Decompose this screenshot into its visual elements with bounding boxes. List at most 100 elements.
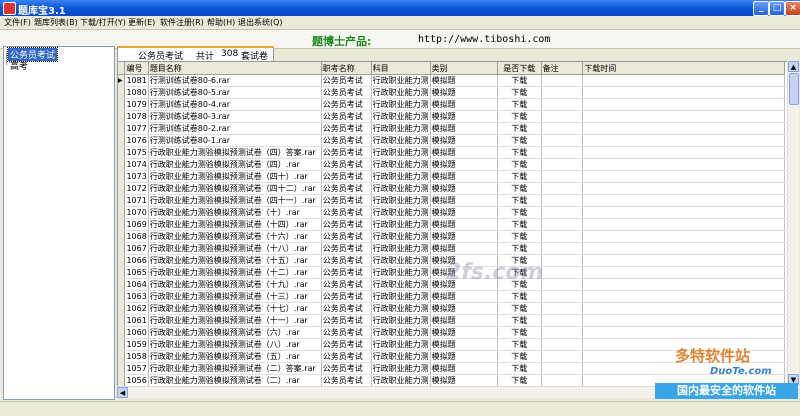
cell-exam: 公务员考试 [321, 134, 372, 147]
cell-download[interactable]: 下载 [497, 206, 542, 219]
cell-subject: 行政职业能力测 [371, 182, 431, 195]
cell-remark [541, 362, 584, 375]
col-download-time[interactable]: 下载时间 [582, 62, 785, 75]
table-row[interactable]: 1063 行政职业能力测验模拟预测试卷（十三）.rar 公务员考试 行政职业能力测 模拟… [118, 290, 788, 303]
table-row[interactable]: 1073 行政职业能力测验模拟预测试卷（四十）.rar 公务员考试 行政职业能力测 模拟… [118, 170, 788, 183]
cell-download[interactable]: 下载 [497, 182, 542, 195]
table-row[interactable]: 1080 行测训练试卷80-5.rar 公务员考试 行政职业能力测 模拟题 下载 [118, 86, 788, 99]
cell-category: 模拟题 [430, 134, 498, 147]
cell-category: 模拟题 [430, 338, 498, 351]
table-row[interactable]: 1075 行政职业能力测验模拟预测试卷（四）答案.rar 公务员考试 行政职业能力测模… [118, 146, 788, 159]
cell-download-time [582, 326, 785, 339]
tab-civil-service[interactable]: 公务员考试 共计 308 套试卷 [117, 46, 274, 62]
cell-download[interactable]: 下载 [497, 122, 542, 135]
cell-id: 1069 [124, 218, 149, 231]
table-row[interactable]: 1070 行政职业能力测验模拟预测试卷（十）.rar 公务员考试 行政职业能力测 模拟题… [118, 206, 788, 219]
table-header: 编号 题目名称 职考名称 科目 类别 是否下载 备注 下载时间 [118, 62, 788, 75]
cell-title: 行政职业能力测验模拟预测试卷（八）.rar [148, 338, 322, 351]
cell-download[interactable]: 下载 [497, 338, 542, 351]
table-row[interactable]: 1060 行政职业能力测验模拟预测试卷（六）.rar 公务员考试 行政职业能力测 模拟题… [118, 326, 788, 339]
col-exam[interactable]: 职考名称 [321, 62, 372, 75]
col-remark[interactable]: 备注 [541, 62, 584, 75]
cell-download[interactable]: 下载 [497, 146, 542, 159]
table-row[interactable]: 1076 行测训练试卷80-1.rar 公务员考试 行政职业能力测 模拟题 下载 [118, 134, 788, 147]
cell-download[interactable]: 下载 [497, 314, 542, 327]
col-id[interactable]: 编号 [124, 62, 149, 75]
cell-download-time [582, 122, 785, 135]
cell-subject: 行政职业能力测 [371, 230, 431, 243]
cell-download[interactable]: 下载 [497, 362, 542, 375]
minimize-button[interactable]: _ [753, 1, 769, 16]
cell-category: 模拟题 [430, 158, 498, 171]
menu-download-open[interactable]: 下载/打开(Y) [80, 17, 126, 28]
cell-download[interactable]: 下载 [497, 326, 542, 339]
menu-update[interactable]: 更新(E) [128, 17, 155, 28]
menu-file[interactable]: 文件(F) [4, 17, 31, 28]
cell-download[interactable]: 下载 [497, 158, 542, 171]
table-row[interactable]: 1071 行政职业能力测验模拟预测试卷（四十一）.rar 公务员考试 行政职业能力测模… [118, 194, 788, 207]
cell-subject: 行政职业能力测 [371, 266, 431, 279]
vertical-scrollbar[interactable]: ▲ ▼ [787, 61, 799, 385]
table-row[interactable]: 1069 行政职业能力测验模拟预测试卷（十四）.rar 公务员考试 行政职业能力测 模拟… [118, 218, 788, 231]
table-row[interactable]: 1062 行政职业能力测验模拟预测试卷（十七）.rar 公务员考试 行政职业能力测 模拟… [118, 302, 788, 315]
cell-download[interactable]: 下载 [497, 242, 542, 255]
cell-subject: 行政职业能力测 [371, 254, 431, 267]
row-indicator [118, 374, 126, 386]
cell-download[interactable]: 下载 [497, 98, 542, 111]
col-subject[interactable]: 科目 [371, 62, 431, 75]
table-row[interactable]: 1068 行政职业能力测验模拟预测试卷（十六）.rar 公务员考试 行政职业能力测 模拟… [118, 230, 788, 243]
cell-category: 模拟题 [430, 98, 498, 111]
exam-table: 编号 题目名称 职考名称 科目 类别 是否下载 备注 下载时间 ▶ 1081 行测训… [117, 61, 789, 387]
scroll-up-button[interactable]: ▲ [788, 61, 799, 72]
table-row[interactable]: 1078 行测训练试卷80-3.rar 公务员考试 行政职业能力测 模拟题 下载 [118, 110, 788, 123]
tree-item-gaokao[interactable]: 高考 [8, 59, 30, 72]
table-row[interactable]: 1072 行政职业能力测验模拟预测试卷（四十二）.rar 公务员考试 行政职业能力测模… [118, 182, 788, 195]
table-row[interactable]: 1067 行政职业能力测验模拟预测试卷（十八）.rar 公务员考试 行政职业能力测 模拟… [118, 242, 788, 255]
menu-question-list[interactable]: 题库列表(B) [34, 17, 78, 28]
cell-download[interactable]: 下载 [497, 302, 542, 315]
cell-download[interactable]: 下载 [497, 290, 542, 303]
row-indicator [118, 110, 126, 123]
col-category[interactable]: 类别 [430, 62, 498, 75]
cell-title: 行政职业能力测验模拟预测试卷（十七）.rar [148, 302, 322, 315]
table-row[interactable]: 1061 行政职业能力测验模拟预测试卷（十一）.rar 公务员考试 行政职业能力测 模拟… [118, 314, 788, 327]
scroll-left-button[interactable]: ◀ [117, 387, 128, 398]
col-title[interactable]: 题目名称 [148, 62, 322, 75]
cell-exam: 公务员考试 [321, 242, 372, 255]
col-downloaded[interactable]: 是否下载 [497, 62, 542, 75]
cell-remark [541, 326, 584, 339]
cell-download[interactable]: 下载 [497, 374, 542, 386]
table-row[interactable]: 1074 行政职业能力测验模拟预测试卷（四）.rar 公务员考试 行政职业能力测 模拟题… [118, 158, 788, 171]
table-row[interactable]: ▶ 1081 行测训练试卷80-6.rar 公务员考试 行政职业能力测 模拟题 下载 [118, 74, 788, 87]
cell-category: 模拟题 [430, 242, 498, 255]
table-row[interactable]: 1079 行测训练试卷80-4.rar 公务员考试 行政职业能力测 模拟题 下载 [118, 98, 788, 111]
maximize-button[interactable]: □ [769, 1, 785, 16]
cell-download[interactable]: 下载 [497, 134, 542, 147]
cell-download[interactable]: 下载 [497, 218, 542, 231]
cell-category: 模拟题 [430, 374, 498, 386]
cell-download[interactable]: 下载 [497, 350, 542, 363]
cell-download[interactable]: 下载 [497, 170, 542, 183]
cell-download[interactable]: 下载 [497, 194, 542, 207]
table-row[interactable]: 1077 行测训练试卷80-2.rar 公务员考试 行政职业能力测 模拟题 下载 [118, 122, 788, 135]
cell-id: 1079 [124, 98, 149, 111]
cell-download-time [582, 134, 785, 147]
cell-category: 模拟题 [430, 122, 498, 135]
cell-subject: 行政职业能力测 [371, 314, 431, 327]
menu-exit[interactable]: 退出系统(Q) [238, 17, 283, 28]
cell-remark [541, 242, 584, 255]
row-indicator [118, 266, 126, 279]
cell-id: 1068 [124, 230, 149, 243]
window-title: 题库宝3.1 [18, 6, 66, 17]
scroll-thumb[interactable] [789, 73, 799, 105]
close-button[interactable]: × [785, 1, 800, 16]
cell-download[interactable]: 下载 [497, 86, 542, 99]
cell-subject: 行政职业能力测 [371, 242, 431, 255]
cell-download[interactable]: 下载 [497, 110, 542, 123]
brand-url[interactable]: http://www.tiboshi.com [418, 34, 550, 45]
menu-help[interactable]: 帮助(H) [207, 17, 235, 28]
menu-register[interactable]: 软件注册(R) [160, 17, 204, 28]
cell-download[interactable]: 下载 [497, 74, 542, 87]
cell-download-time [582, 86, 785, 99]
cell-download[interactable]: 下载 [497, 230, 542, 243]
